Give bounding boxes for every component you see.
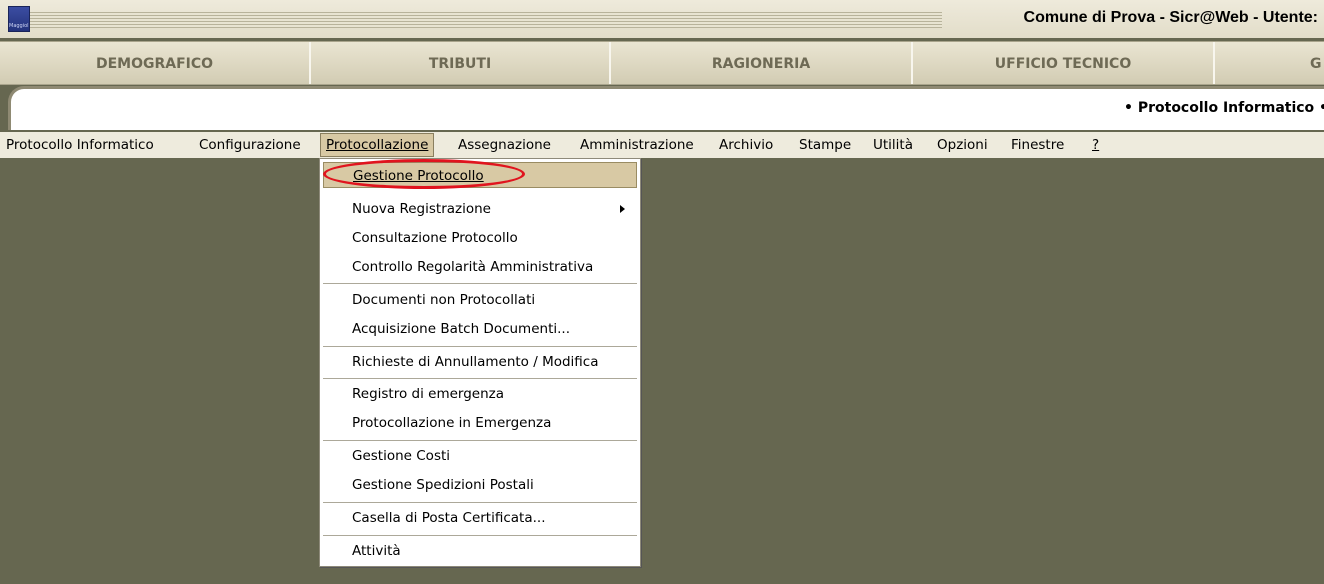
dd-separator: [323, 378, 637, 379]
dd-item-label: Nuova Registrazione: [352, 201, 491, 217]
dd-gestione-costi[interactable]: Gestione Costi: [323, 443, 637, 469]
dd-gestione-protocollo[interactable]: Gestione Protocollo: [323, 162, 637, 188]
module-demografico[interactable]: DEMOGRAFICO: [0, 42, 311, 84]
module-more[interactable]: G: [1215, 42, 1324, 84]
dd-attivita[interactable]: Attività: [323, 538, 637, 564]
dd-item-label: Protocollazione in Emergenza: [352, 415, 552, 431]
dd-separator: [323, 535, 637, 536]
dd-separator: [323, 346, 637, 347]
menu-protocollazione[interactable]: Protocollazione: [320, 133, 435, 157]
section-title: • Protocollo Informatico •: [1124, 100, 1324, 116]
dd-item-label: Casella di Posta Certificata...: [352, 510, 546, 526]
menu-configurazione[interactable]: Configurazione: [197, 136, 303, 156]
title-bar-stripes: [12, 12, 942, 28]
module-ufficio-tecnico[interactable]: UFFICIO TECNICO: [913, 42, 1215, 84]
dd-nuova-registrazione[interactable]: Nuova Registrazione: [323, 196, 637, 222]
section-bar: • Protocollo Informatico •: [8, 86, 1324, 130]
dd-registro-emergenza[interactable]: Registro di emergenza: [323, 381, 637, 407]
title-bar: Maggioli Comune di Prova - Sicr@Web - Ut…: [0, 0, 1324, 38]
module-tributi[interactable]: TRIBUTI: [311, 42, 611, 84]
dd-separator: [323, 283, 637, 284]
dd-item-label: Registro di emergenza: [352, 386, 505, 402]
menu-finestre[interactable]: Finestre: [1009, 136, 1066, 156]
protocollazione-dropdown: Gestione Protocollo Nuova Registrazione …: [319, 158, 641, 567]
dd-item-label: Gestione Costi: [352, 448, 451, 464]
dd-item-label: Attività: [352, 543, 401, 559]
dd-item-label: Acquisizione Batch Documenti...: [352, 321, 570, 337]
dd-protocollazione-emergenza[interactable]: Protocollazione in Emergenza: [323, 410, 637, 436]
menu-opzioni[interactable]: Opzioni: [935, 136, 990, 156]
menu-help[interactable]: ?: [1090, 136, 1101, 156]
menu-utilita[interactable]: Utilità: [871, 136, 915, 156]
dd-item-label: Consultazione Protocollo: [352, 230, 518, 246]
menu-stampe[interactable]: Stampe: [797, 136, 853, 156]
dd-separator: [323, 502, 637, 503]
submenu-arrow-icon: [620, 205, 625, 213]
dd-item-label: Gestione Protocollo: [353, 168, 484, 184]
module-bar: DEMOGRAFICO TRIBUTI RAGIONERIA UFFICIO T…: [0, 41, 1324, 85]
dd-item-label: Gestione Spedizioni Postali: [352, 477, 534, 493]
dd-consultazione-protocollo[interactable]: Consultazione Protocollo: [323, 225, 637, 251]
menu-amministrazione[interactable]: Amministrazione: [578, 136, 696, 156]
menu-protocollo-informatico[interactable]: Protocollo Informatico: [4, 136, 156, 156]
module-ragioneria[interactable]: RAGIONERIA: [611, 42, 913, 84]
menu-bar: Protocollo Informatico Configurazione Pr…: [0, 132, 1324, 158]
dd-casella-posta-certificata[interactable]: Casella di Posta Certificata...: [323, 505, 637, 531]
menu-archivio[interactable]: Archivio: [717, 136, 775, 156]
dd-item-label: Richieste di Annullamento / Modifica: [352, 354, 599, 370]
menu-assegnazione[interactable]: Assegnazione: [456, 136, 553, 156]
dd-controllo-regolarita[interactable]: Controllo Regolarità Amministrativa: [323, 254, 637, 280]
dd-documenti-non-protocollati[interactable]: Documenti non Protocollati: [323, 287, 637, 313]
dd-richieste-annullamento[interactable]: Richieste di Annullamento / Modifica: [323, 349, 637, 375]
dd-gestione-spedizioni[interactable]: Gestione Spedizioni Postali: [323, 472, 637, 498]
dd-item-label: Documenti non Protocollati: [352, 292, 536, 308]
maggioli-logo-icon: Maggioli: [8, 6, 30, 32]
dd-separator: [323, 440, 637, 441]
window-title: Comune di Prova - Sicr@Web - Utente:: [1023, 9, 1318, 26]
dd-item-label: Controllo Regolarità Amministrativa: [352, 259, 594, 275]
dd-acquisizione-batch[interactable]: Acquisizione Batch Documenti...: [323, 316, 637, 342]
